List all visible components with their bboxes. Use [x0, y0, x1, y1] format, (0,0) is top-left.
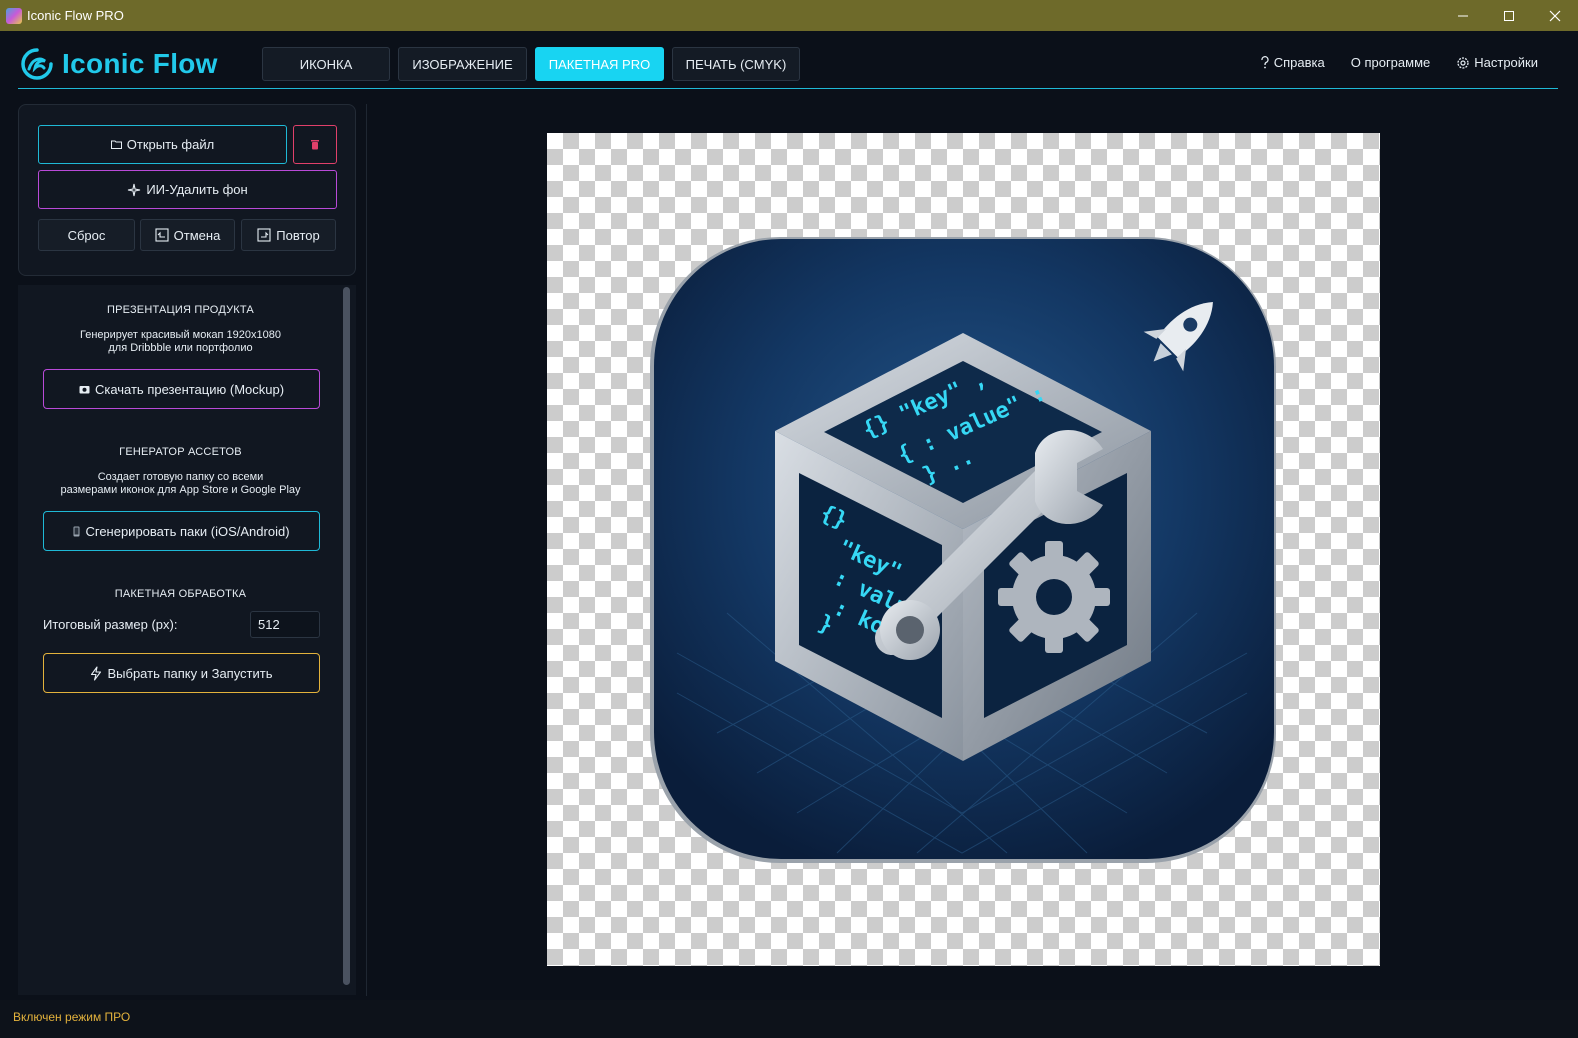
phone-icon	[73, 526, 80, 536]
tab-icon[interactable]: ИКОНКА	[262, 47, 390, 81]
redo-icon	[257, 228, 271, 242]
main-tabs: ИКОНКА ИЗОБРАЖЕНИЕ ПАКЕТНАЯ PRO ПЕЧАТЬ (…	[262, 47, 800, 81]
presentation-title: ПРЕЗЕНТАЦИЯ ПРОДУКТА	[107, 304, 254, 316]
output-size-label: Итоговый размер (px):	[43, 617, 178, 632]
file-tools-panel: Открыть файл ИИ-Удалить фон Сброс Отмена…	[18, 104, 356, 276]
batch-title: ПАКЕТНАЯ ОБРАБОТКА	[114, 588, 247, 600]
tab-image[interactable]: ИЗОБРАЖЕНИЕ	[398, 47, 527, 81]
assets-desc-line2: размерами иконок для App Store и Google …	[60, 484, 301, 496]
camera-icon	[79, 386, 90, 394]
maximize-icon	[1504, 10, 1514, 21]
panel-divider	[366, 104, 367, 996]
help-link[interactable]: Справка	[1260, 55, 1325, 70]
select-folder-run-label: Выбрать папку и Запустить	[107, 665, 273, 681]
logo: Iconic Flow	[20, 47, 218, 81]
generate-packs-label: Сгенерировать паки (iOS/Android)	[85, 523, 290, 539]
help-label: Справка	[1273, 55, 1325, 70]
top-nav: Справка О программе Настройки	[1260, 55, 1538, 70]
window-controls	[1440, 0, 1578, 31]
assets-desc-line1: Создает готовую папку со всеми	[97, 471, 264, 483]
window-title: Iconic Flow PRO	[27, 8, 124, 23]
redo-label: Повтор	[276, 227, 320, 243]
redo-button[interactable]: Повтор	[241, 219, 336, 251]
presentation-desc-line1: Генерирует красивый мокап 1920x1080	[80, 329, 281, 341]
presentation-desc-line2: для Dribbble или портфолио	[108, 342, 253, 354]
icon-preview-image: {} "key" , { : value" : } .. {} "key" : …	[650, 237, 1276, 863]
generate-packs-button[interactable]: Сгенерировать паки (iOS/Android)	[43, 511, 320, 551]
open-file-button[interactable]: Открыть файл	[38, 125, 287, 164]
minimize-button[interactable]	[1440, 0, 1486, 31]
undo-button[interactable]: Отмена	[140, 219, 235, 251]
logo-text: Iconic Flow	[62, 48, 218, 79]
undo-label: Отмена	[173, 227, 221, 243]
close-button[interactable]	[1532, 0, 1578, 31]
app-header: Iconic Flow ИКОНКА ИЗОБРАЖЕНИЕ ПАКЕТНАЯ …	[18, 31, 1558, 89]
magic-sparkle-icon	[128, 183, 141, 196]
gear-icon	[1457, 56, 1469, 69]
select-folder-run-button[interactable]: Выбрать папку и Запустить	[43, 653, 320, 693]
lightning-icon	[91, 665, 102, 681]
preview-canvas[interactable]: {} "key" , { : value" : } .. {} "key" : …	[547, 133, 1380, 966]
download-mockup-button[interactable]: Скачать презентацию (Mockup)	[43, 369, 320, 409]
download-mockup-label: Скачать презентацию (Mockup)	[94, 381, 285, 397]
reset-button[interactable]: Сброс	[38, 219, 135, 251]
ai-remove-background-label: ИИ-Удалить фон	[146, 182, 248, 197]
logo-wave-icon	[21, 48, 53, 80]
panel-scrollbar[interactable]	[343, 287, 350, 985]
settings-label: Настройки	[1474, 55, 1538, 70]
ai-remove-background-button[interactable]: ИИ-Удалить фон	[38, 170, 337, 209]
app-icon	[6, 7, 22, 24]
about-link[interactable]: О программе	[1351, 55, 1431, 70]
minimize-icon	[1458, 15, 1468, 16]
tab-print-cmyk[interactable]: ПЕЧАТЬ (CMYK)	[672, 47, 800, 81]
maximize-button[interactable]	[1486, 0, 1532, 31]
output-size-input[interactable]	[250, 611, 320, 638]
status-bar: Включен режим ПРО	[0, 1000, 1578, 1038]
open-file-label: Открыть файл	[126, 137, 215, 152]
batch-tools-panel: ПРЕЗЕНТАЦИЯ ПРОДУКТА Генерирует красивый…	[18, 285, 356, 995]
assets-title: ГЕНЕРАТОР АССЕТОВ	[119, 446, 242, 458]
tab-batch-pro[interactable]: ПАКЕТНАЯ PRO	[535, 47, 664, 81]
delete-button[interactable]	[293, 125, 337, 164]
gear-graphic	[998, 541, 1110, 653]
close-icon	[1549, 10, 1561, 21]
trash-icon	[311, 140, 319, 150]
title-bar: Iconic Flow PRO	[0, 0, 1578, 31]
status-text: Включен режим ПРО	[13, 1010, 131, 1024]
question-icon	[1261, 56, 1269, 69]
undo-icon	[155, 228, 169, 242]
folder-icon	[110, 140, 122, 149]
settings-link[interactable]: Настройки	[1456, 55, 1538, 70]
